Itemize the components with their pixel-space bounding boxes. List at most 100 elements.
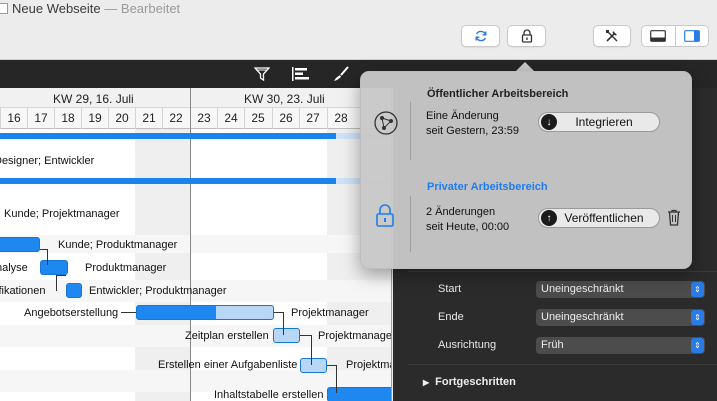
row-label: Designer; Entwickler (0, 155, 95, 167)
public-workspace-status: Eine Änderung seit Gestern, 23:59 (426, 109, 519, 139)
dependency-line (121, 312, 136, 313)
row-label: Kunde; Projektmanager (4, 208, 120, 220)
week-label: KW 29, 16. Juli (53, 92, 134, 106)
layout-bottom-icon (650, 30, 667, 42)
window-title: Neue Webseite — Bearbeitet (0, 1, 180, 16)
document-icon (0, 3, 8, 14)
end-label: Ende (438, 311, 464, 323)
dependency-line (56, 275, 66, 291)
sync-icon (475, 30, 486, 42)
row-label: nalyse (0, 262, 28, 274)
day-header-row: 16 17 18 19 20 21 22 23 24 25 26 27 28 (0, 108, 391, 129)
layout-bottom-button[interactable] (642, 26, 675, 46)
inspector-divider (408, 271, 717, 272)
sync-button[interactable] (461, 25, 500, 47)
layout-right-button[interactable] (674, 26, 709, 46)
select-arrows-icon: ⇕ (691, 310, 704, 325)
advanced-disclosure[interactable]: ▶ Fortgeschritten (423, 376, 516, 388)
alignment-label: Ausrichtung (438, 339, 497, 351)
document-name: Neue Webseite (12, 1, 101, 16)
dependency-line (274, 312, 284, 335)
end-value: Uneingeschränkt (541, 311, 624, 323)
day-label: 18 (54, 108, 81, 129)
row-label: Erstellen einer Aufgabenliste (158, 359, 298, 371)
edited-status: Bearbeitet (120, 1, 181, 16)
lock-button[interactable] (507, 25, 546, 47)
summary-bar[interactable] (0, 178, 391, 184)
disclosure-triangle-icon: ▶ (423, 378, 430, 387)
public-change-count: Eine Änderung (426, 110, 499, 122)
section-separator (410, 196, 411, 252)
advanced-label: Fortgeschritten (435, 376, 516, 388)
trash-icon (668, 209, 680, 226)
week-label: KW 30, 23. Juli (244, 92, 325, 106)
alignment-select[interactable]: Früh ⇕ (536, 337, 705, 354)
lock-icon (521, 29, 532, 43)
day-label: 22 (162, 108, 189, 129)
tools-button[interactable] (593, 25, 631, 47)
layout-right-icon (683, 30, 700, 42)
row-label: Projektmanager (291, 307, 369, 319)
day-label: 17 (27, 108, 54, 129)
week-header-row: KW 29, 16. Juli KW 30, 23. Juli (0, 88, 391, 108)
filter-icon (254, 67, 270, 82)
public-change-time: seit Gestern, 23:59 (426, 125, 519, 137)
start-value: Uneingeschränkt (541, 283, 624, 295)
task-bar[interactable] (136, 305, 274, 320)
alignment-button[interactable] (291, 65, 311, 83)
brush-icon (334, 66, 349, 81)
public-workspace-heading: Öffentlicher Arbeitsbereich (427, 88, 569, 100)
dependency-line (40, 249, 48, 265)
day-label: 19 (81, 108, 108, 129)
start-select[interactable]: Uneingeschränkt ⇕ (536, 281, 705, 298)
summary-bar[interactable] (0, 133, 391, 139)
arrow-down-icon: ↓ (541, 114, 557, 130)
row-label: Projektmanager (318, 330, 392, 342)
day-label: 24 (217, 108, 244, 129)
row-label: Entwickler; Produktmanager (89, 285, 227, 297)
private-lock-icon (375, 204, 395, 231)
private-change-count: 2 Änderungen (426, 206, 496, 218)
dependency-line (300, 335, 312, 365)
inspector-divider (408, 364, 717, 365)
end-select[interactable]: Uneingeschränkt ⇕ (536, 309, 705, 326)
filter-button[interactable] (252, 65, 272, 83)
start-label: Start (438, 283, 462, 295)
gantt-chart[interactable]: KW 29, 16. Juli KW 30, 23. Juli 16 17 18… (0, 88, 392, 401)
row-label: Inhaltstabelle erstellen (214, 389, 324, 401)
row-label: Angebotserstellung (24, 307, 119, 319)
task-bar[interactable] (66, 283, 82, 298)
select-arrows-icon: ⇕ (691, 338, 704, 353)
day-label: 26 (272, 108, 299, 129)
workspace-popover: Öffentlicher Arbeitsbereich Eine Änderun… (360, 71, 692, 269)
alignment-value: Früh (541, 339, 564, 351)
day-label: 25 (244, 108, 271, 129)
section-separator (410, 102, 411, 160)
day-label: 16 (0, 108, 27, 129)
task-bar[interactable] (0, 237, 40, 252)
window-titlebar: Neue Webseite — Bearbeitet (0, 0, 717, 60)
day-label: 28 (327, 108, 354, 129)
row-label: Projektmanager (346, 359, 391, 371)
publish-button[interactable]: ↑ Veröffentlichen (538, 208, 660, 228)
brush-button[interactable] (331, 65, 351, 83)
day-label: 27 (299, 108, 326, 129)
private-workspace-heading: Privater Arbeitsbereich (427, 181, 548, 193)
private-change-time: seit Heute, 00:00 (426, 221, 510, 233)
row-label: ifikationen (0, 285, 46, 297)
trash-button[interactable] (667, 209, 681, 229)
integrate-button[interactable]: ↓ Integrieren (538, 112, 660, 132)
day-label: 21 (135, 108, 162, 129)
alignment-icon (292, 67, 309, 81)
layout-toggle-group (641, 25, 709, 47)
title-separator: — (104, 1, 118, 16)
dependency-line (327, 365, 337, 393)
row-label: Kunde; Produktmanager (58, 239, 178, 251)
row-label: Zeitplan erstellen (185, 330, 269, 342)
day-label: 20 (108, 108, 135, 129)
arrow-up-icon: ↑ (541, 210, 557, 226)
public-workspace-icon (373, 110, 399, 139)
day-label: 23 (190, 108, 217, 129)
private-workspace-status: 2 Änderungen seit Heute, 00:00 (426, 205, 509, 235)
row-label: Produktmanager (85, 262, 167, 274)
